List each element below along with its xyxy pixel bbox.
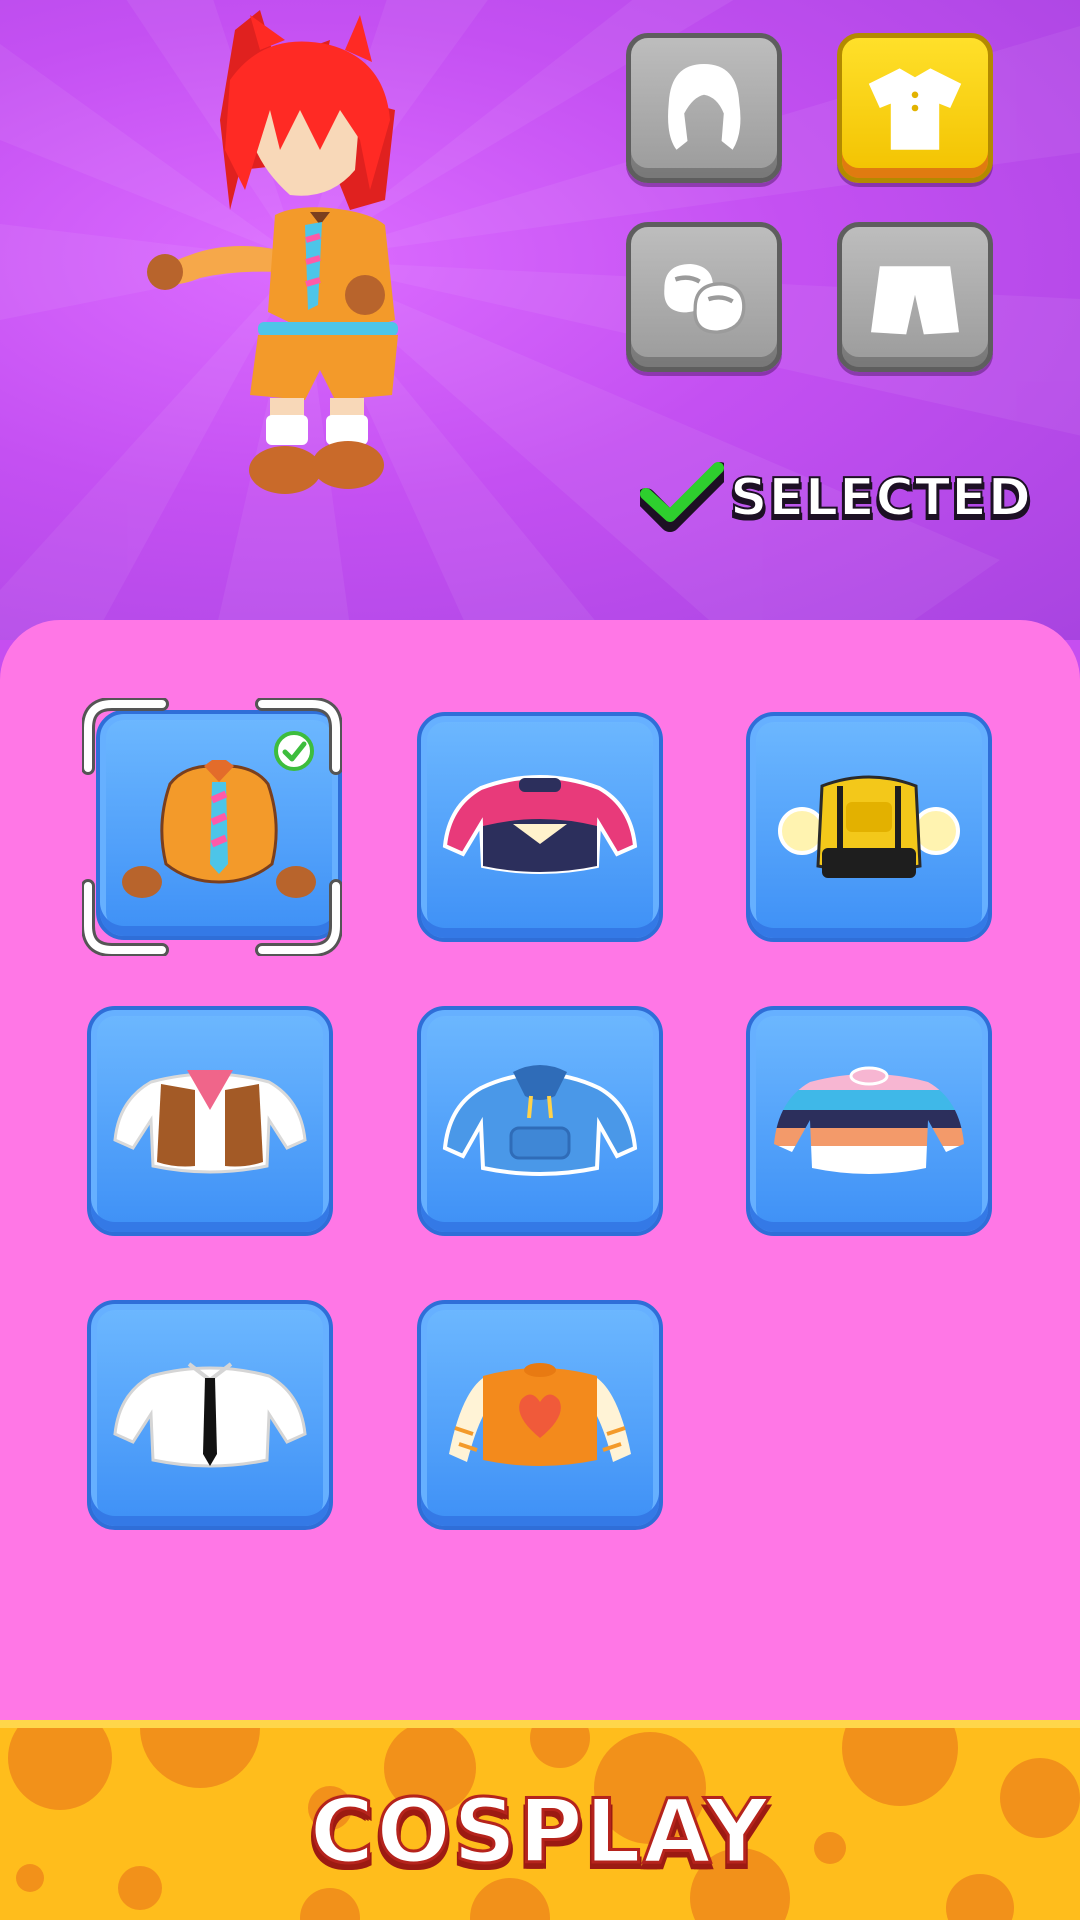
outfit-item-4[interactable] <box>87 1006 333 1236</box>
selected-label: SELECTED <box>729 467 1032 529</box>
selected-check-badge-icon <box>274 731 314 771</box>
outfit-item-2[interactable] <box>417 712 663 942</box>
outfit-item-6[interactable] <box>746 1006 992 1236</box>
blue-hoodie-icon <box>442 1065 638 1176</box>
yellow-backpack-jacket-icon <box>778 775 960 878</box>
hair-icon <box>668 64 741 150</box>
character-avatar[interactable] <box>0 0 480 520</box>
category-bottom-button[interactable] <box>837 222 993 372</box>
pink-crop-sweater-icon <box>442 775 638 874</box>
shorts-icon <box>871 266 959 335</box>
selected-status: SELECTED <box>640 462 1032 532</box>
cowboy-vest-shirt-icon <box>113 1070 307 1174</box>
shirt-icon <box>868 68 962 150</box>
category-hair-button[interactable] <box>626 33 782 183</box>
character-preview-area: SELECTED <box>0 0 1080 640</box>
outfit-item-7[interactable] <box>87 1300 333 1530</box>
white-shirt-black-tie-icon <box>113 1362 307 1468</box>
category-shoes-button[interactable] <box>626 222 782 372</box>
cosplay-button-label[interactable]: COSPLAY <box>0 1779 1080 1885</box>
shoes-icon <box>664 264 746 334</box>
outfit-item-3[interactable] <box>746 712 992 942</box>
orange-heart-tee-icon <box>449 1363 631 1466</box>
checkmark-icon <box>640 462 724 532</box>
category-top-button[interactable] <box>837 33 993 183</box>
outfit-item-5[interactable] <box>417 1006 663 1236</box>
striped-sweater-icon <box>774 1066 964 1174</box>
cosplay-banner[interactable]: COSPLAY <box>0 1720 1080 1920</box>
outfit-item-8[interactable] <box>417 1300 663 1530</box>
